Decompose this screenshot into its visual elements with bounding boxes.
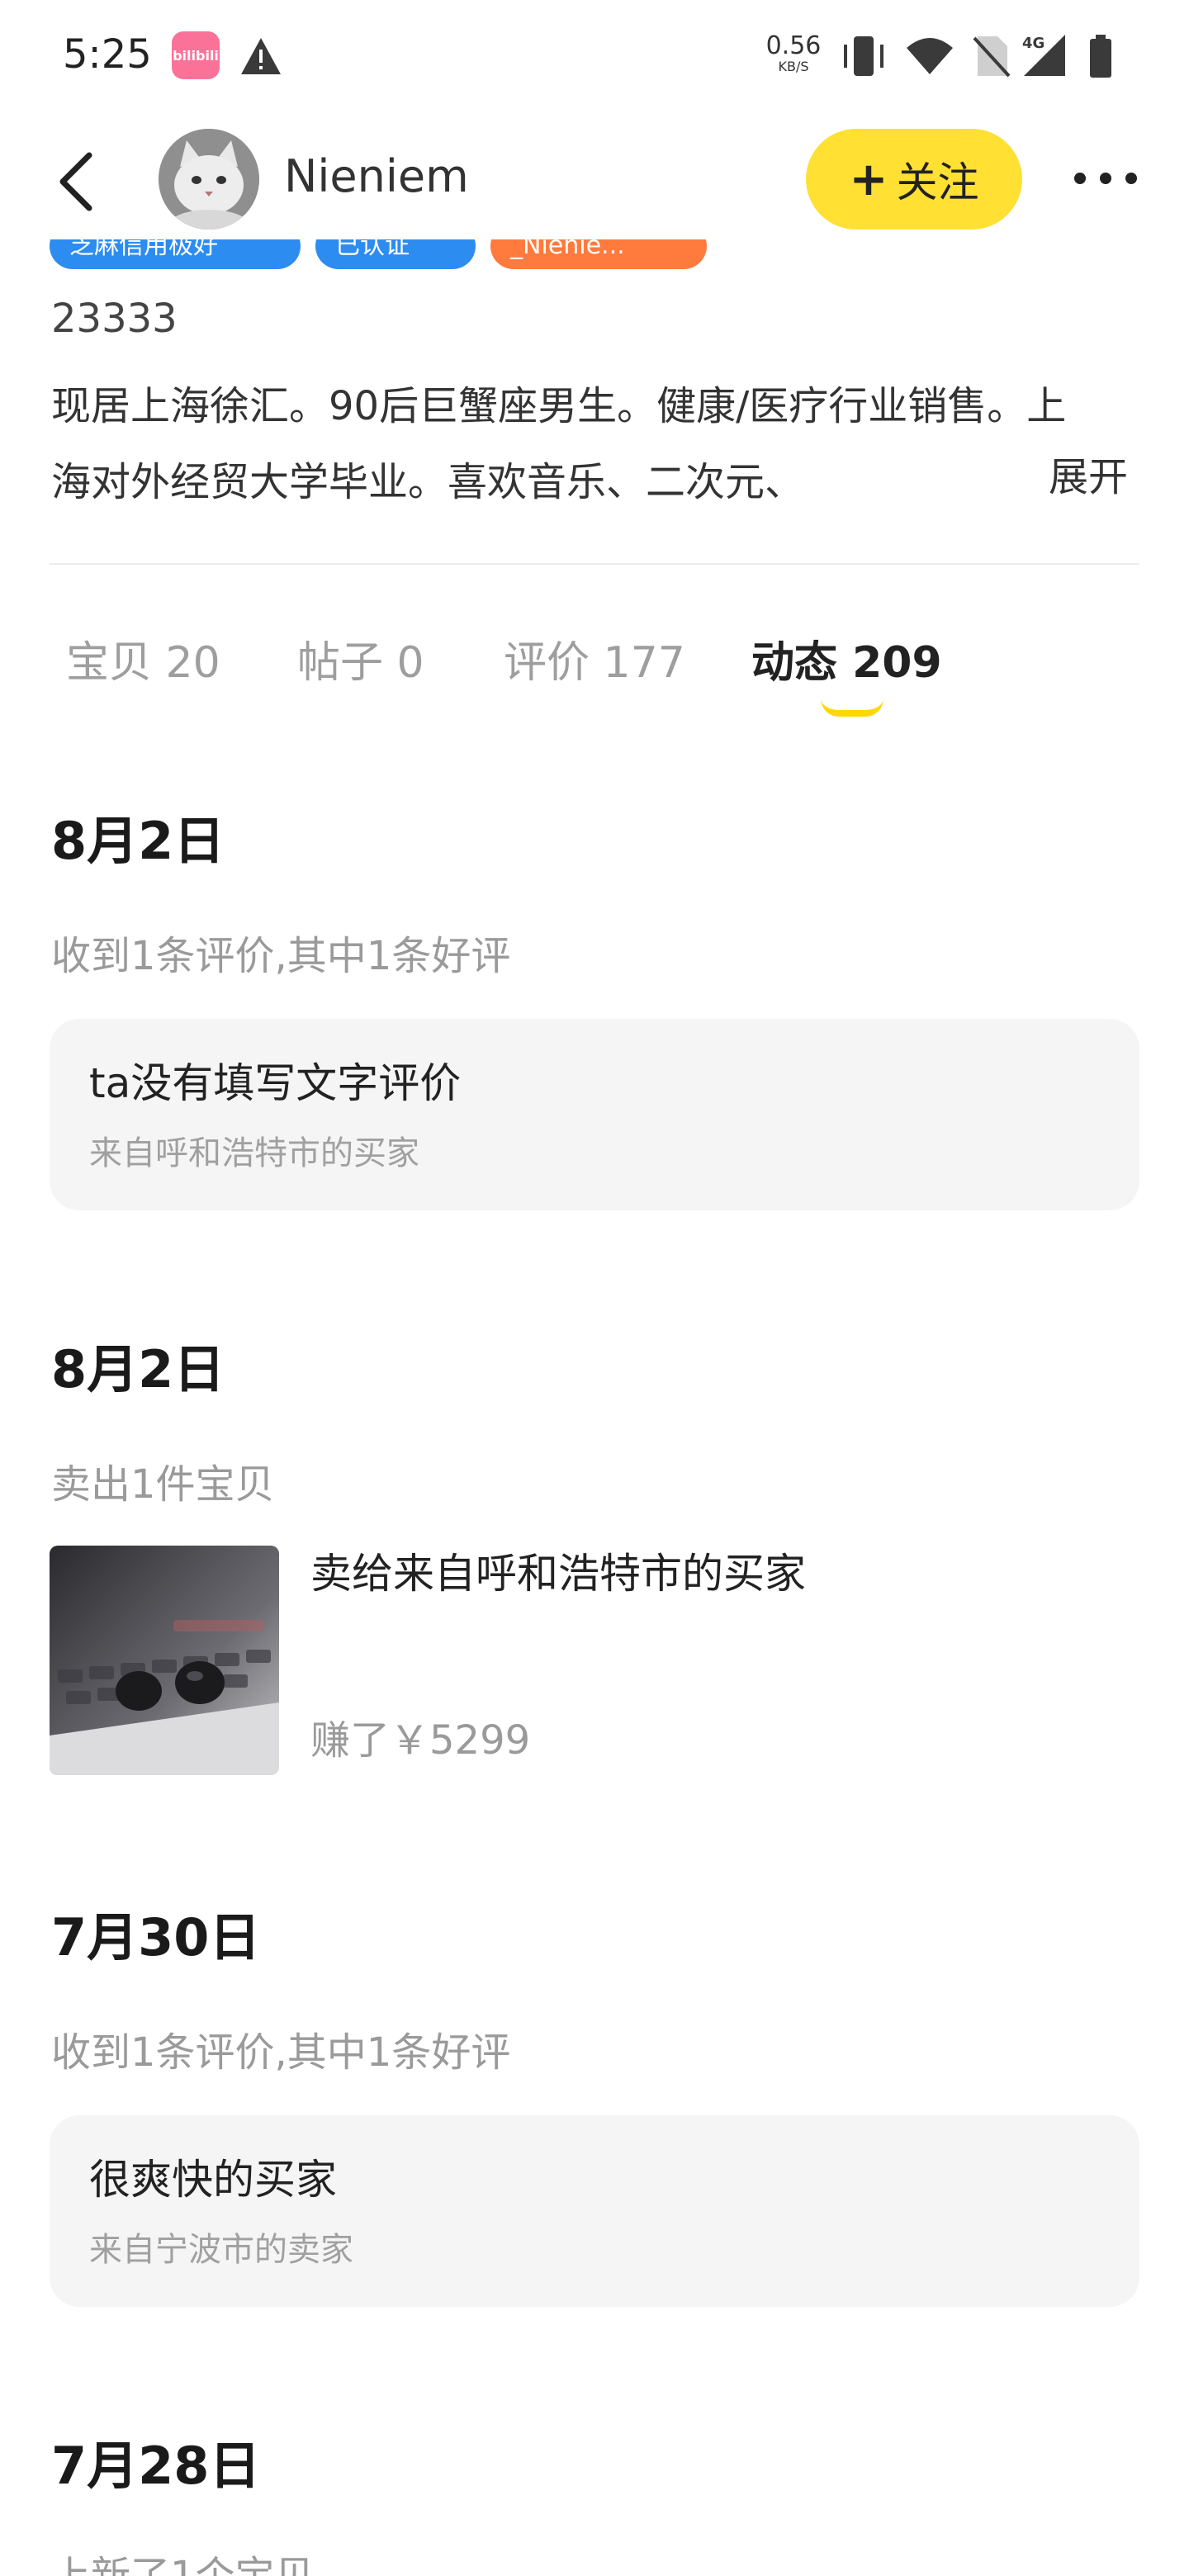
review-source: 来自呼和浩特市的买家 [89,1134,419,1172]
avatar[interactable] [159,129,259,230]
status-time: 5:25 [63,31,152,78]
profile-tabs: 宝贝 20 帖子 0 评价 177 动态 209 [0,619,1189,718]
status-bar: 5:25 bilibili 0.56 KB/S 4G [0,0,1189,116]
username: Nieniem [284,150,469,202]
feed-summary: 收到1条评价,其中1条好评 [51,2029,511,2076]
top-nav-bar: Nieniem + 关注 [0,116,1189,239]
tab-activity[interactable]: 动态 209 [751,627,942,689]
tab-items[interactable]: 宝贝 20 [66,627,220,689]
sold-item-thumbnail[interactable] [50,1546,279,1775]
battery-icon [1090,35,1111,78]
bilibili-icon: bilibili [172,31,220,79]
no-sim-icon [973,36,1011,78]
feed-summary: 卖出1件宝贝 [51,1461,275,1508]
profile-bio: 现居上海徐汇。90后巨蟹座男生。健康/医疗行业销售。上海对外经贸大学毕业。喜欢音… [51,383,1067,505]
feed-date: 8月2日 [51,1339,225,1399]
more-options-icon[interactable] [1070,162,1141,195]
warning-icon [241,38,281,74]
svg-text:4G: 4G [1022,35,1045,52]
cat-avatar-image [159,129,259,230]
sold-item-earnings: 赚了￥5299 [310,1717,531,1764]
cellular-signal-icon: 4G [1022,35,1065,76]
vibrate-icon [844,36,883,76]
review-card[interactable]: 很爽快的买家 来自宁波市的卖家 [50,2115,1139,2307]
feed-date: 8月2日 [51,811,225,871]
plus-icon: + [849,152,888,206]
review-text: 很爽快的买家 [89,2156,337,2204]
wifi-icon [907,38,953,74]
net-speed: 0.56 KB/S [765,31,822,74]
follow-label: 关注 [896,159,979,206]
review-card[interactable]: ta没有填写文字评价 来自呼和浩特市的买家 [50,1019,1139,1210]
follow-button[interactable]: + 关注 [806,129,1022,230]
expand-bio-link[interactable]: 展开 [1049,444,1128,510]
profile-id: 23333 [51,296,178,342]
feed-summary: 收到1条评价,其中1条好评 [51,933,511,979]
sold-item-title[interactable]: 卖给来自呼和浩特市的买家 [310,1541,806,1600]
back-arrow-icon[interactable] [50,149,107,215]
bio-fade-overlay [941,444,1024,510]
tab-posts[interactable]: 帖子 0 [297,627,424,689]
review-text: ta没有填写文字评价 [89,1059,462,1107]
tab-reviews[interactable]: 评价 177 [504,627,685,689]
active-tab-indicator [821,698,883,717]
review-source: 来自宁波市的卖家 [89,2231,353,2269]
feed-date: 7月28日 [51,2436,261,2496]
section-divider [50,563,1139,565]
feed-summary: 上新了1个宝贝 [51,2553,315,2576]
feed-date: 7月30日 [51,1907,261,1968]
earbuds-on-keyboard-image [50,1546,279,1775]
